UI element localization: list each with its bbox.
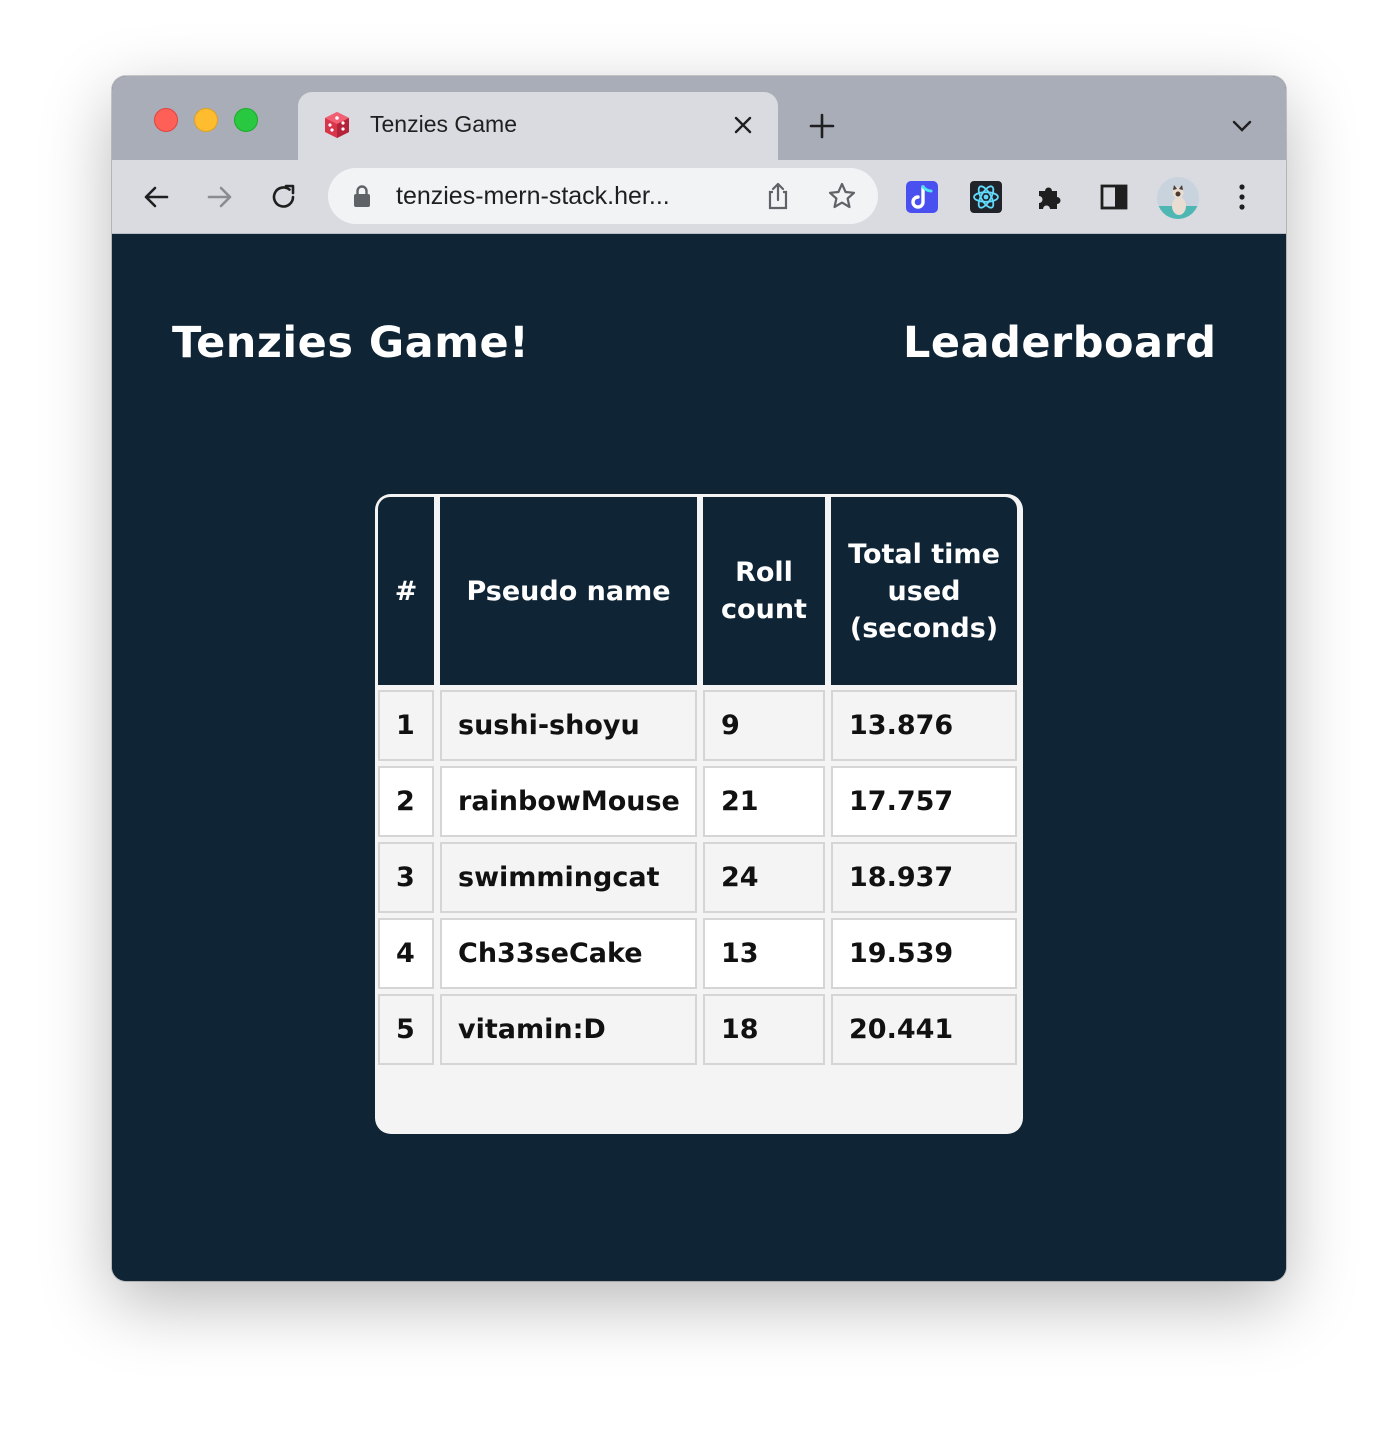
close-icon[interactable] bbox=[728, 110, 758, 140]
time-cell: 17.757 bbox=[831, 766, 1017, 837]
dice-favicon bbox=[322, 110, 352, 140]
back-arrow-icon[interactable] bbox=[138, 179, 174, 215]
lock-icon[interactable] bbox=[352, 184, 372, 212]
minimize-window-button[interactable] bbox=[194, 108, 218, 132]
rank-cell: 5 bbox=[378, 994, 434, 1065]
time-cell: 13.876 bbox=[831, 690, 1017, 761]
leaderboard-card: # Pseudo name Roll count Total time used… bbox=[375, 494, 1023, 1134]
rank-cell: 4 bbox=[378, 918, 434, 989]
header-pseudo-name: Pseudo name bbox=[440, 497, 697, 685]
leaderboard-link[interactable]: Leaderboard bbox=[903, 318, 1217, 368]
table-header-row: # Pseudo name Roll count Total time used… bbox=[378, 497, 1017, 685]
header-rank: # bbox=[378, 497, 434, 685]
chevron-down-icon[interactable] bbox=[1228, 114, 1256, 138]
name-cell: Ch33seCake bbox=[440, 918, 697, 989]
name-cell: swimmingcat bbox=[440, 842, 697, 913]
reload-icon[interactable] bbox=[266, 179, 302, 215]
react-devtools-icon[interactable] bbox=[969, 180, 1003, 214]
tab-title: Tenzies Game bbox=[370, 111, 518, 137]
rolls-cell: 21 bbox=[703, 766, 825, 837]
share-icon[interactable] bbox=[760, 178, 796, 214]
side-panel-icon[interactable] bbox=[1097, 180, 1131, 214]
rolls-cell: 18 bbox=[703, 994, 825, 1065]
header-total-time: Total time used (seconds) bbox=[831, 497, 1017, 685]
table-row: 4 Ch33seCake 13 19.539 bbox=[378, 918, 1017, 989]
browser-tab[interactable]: Tenzies Game bbox=[298, 92, 778, 162]
time-cell: 19.539 bbox=[831, 918, 1017, 989]
plus-icon[interactable] bbox=[806, 110, 838, 142]
url-text: tenzies-mern-stack.her... bbox=[396, 182, 670, 210]
extension-icon[interactable] bbox=[905, 180, 939, 214]
tab-strip: Tenzies Game bbox=[112, 76, 1286, 162]
kebab-menu-icon[interactable] bbox=[1225, 180, 1259, 214]
rank-cell: 1 bbox=[378, 690, 434, 761]
page-title[interactable]: Tenzies Game! bbox=[172, 318, 529, 368]
name-cell: sushi-shoyu bbox=[440, 690, 697, 761]
name-cell: rainbowMouse bbox=[440, 766, 697, 837]
profile-avatar[interactable] bbox=[1156, 176, 1200, 220]
rank-cell: 2 bbox=[378, 766, 434, 837]
name-cell: vitamin:D bbox=[440, 994, 697, 1065]
rank-cell: 3 bbox=[378, 842, 434, 913]
table-row: 2 rainbowMouse 21 17.757 bbox=[378, 766, 1017, 837]
leaderboard-table: # Pseudo name Roll count Total time used… bbox=[375, 494, 1023, 1070]
star-icon[interactable] bbox=[824, 178, 860, 214]
rolls-cell: 24 bbox=[703, 842, 825, 913]
table-row: 3 swimmingcat 24 18.937 bbox=[378, 842, 1017, 913]
page-content: Tenzies Game! Leaderboard # Pseudo name … bbox=[112, 234, 1286, 1281]
time-cell: 20.441 bbox=[831, 994, 1017, 1065]
header-roll-count: Roll count bbox=[703, 497, 825, 685]
rolls-cell: 13 bbox=[703, 918, 825, 989]
rolls-cell: 9 bbox=[703, 690, 825, 761]
puzzle-icon[interactable] bbox=[1033, 180, 1067, 214]
forward-arrow-icon[interactable] bbox=[202, 179, 238, 215]
table-row: 5 vitamin:D 18 20.441 bbox=[378, 994, 1017, 1065]
close-window-button[interactable] bbox=[154, 108, 178, 132]
table-row: 1 sushi-shoyu 9 13.876 bbox=[378, 690, 1017, 761]
zoom-window-button[interactable] bbox=[234, 108, 258, 132]
address-bar[interactable]: tenzies-mern-stack.her... bbox=[328, 168, 878, 224]
time-cell: 18.937 bbox=[831, 842, 1017, 913]
browser-window: Tenzies Game tenzies-mern-stack.her... T… bbox=[112, 76, 1286, 1281]
browser-toolbar: tenzies-mern-stack.her... bbox=[112, 160, 1286, 234]
